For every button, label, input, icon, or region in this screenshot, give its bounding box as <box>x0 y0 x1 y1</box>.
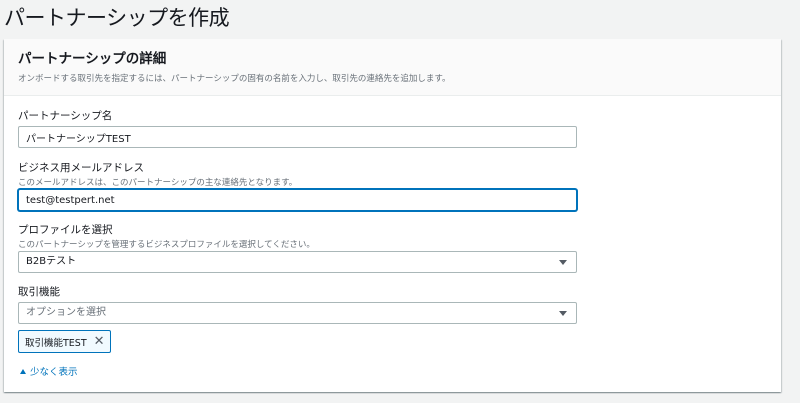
capability-token: 取引機能TEST ✕ <box>18 330 111 353</box>
close-icon[interactable]: ✕ <box>94 335 105 348</box>
show-less-link[interactable]: 少なく表示 <box>20 364 78 378</box>
profile-select-description: このパートナーシップを管理するビジネスプロファイルを選択してください。 <box>18 240 315 250</box>
partnership-details-panel: パートナーシップの詳細 オンボードする取引先を指定するには、パートナーシップの固… <box>4 39 781 392</box>
capabilities-placeholder: オプションを選択 <box>26 307 106 318</box>
capability-token-label: 取引機能TEST <box>25 337 87 349</box>
page-title: パートナーシップを作成 <box>4 6 230 30</box>
partnership-name-label: パートナーシップ名 <box>18 110 113 122</box>
profile-select[interactable]: B2Bテスト <box>18 251 577 273</box>
business-email-description: このメールアドレスは、このパートナーシップの主な連絡先となります。 <box>18 178 298 188</box>
capabilities-label: 取引機能 <box>18 286 60 298</box>
business-email-input[interactable] <box>18 189 577 211</box>
panel-description: オンボードする取引先を指定するには、パートナーシップの固有の名前を入力し、取引先… <box>18 74 451 84</box>
caret-down-icon <box>559 311 567 316</box>
panel-header: パートナーシップの詳細 オンボードする取引先を指定するには、パートナーシップの固… <box>4 39 781 96</box>
caret-up-icon <box>20 368 26 374</box>
profile-select-value: B2Bテスト <box>26 256 77 267</box>
show-less-label: 少なく表示 <box>30 367 78 378</box>
partnership-name-input[interactable] <box>18 126 577 148</box>
business-email-label: ビジネス用メールアドレス <box>18 162 144 174</box>
caret-down-icon <box>559 260 567 265</box>
page: パートナーシップを作成 パートナーシップの詳細 オンボードする取引先を指定するに… <box>0 0 800 403</box>
profile-select-label: プロファイルを選択 <box>18 224 113 236</box>
capabilities-multiselect[interactable]: オプションを選択 <box>18 302 577 324</box>
panel-title: パートナーシップの詳細 <box>18 51 167 67</box>
